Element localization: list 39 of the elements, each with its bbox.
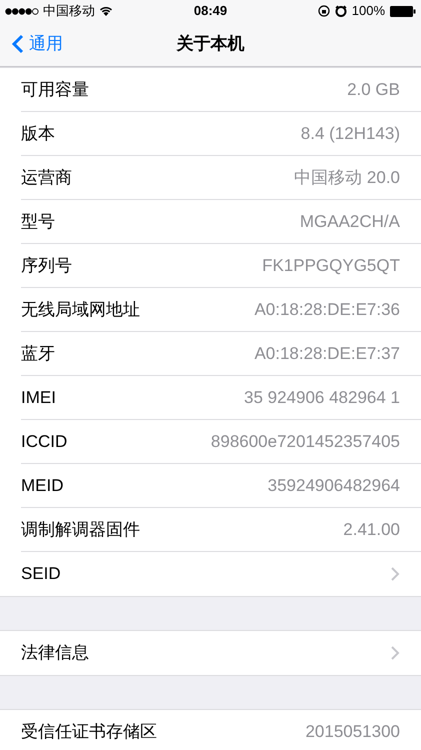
row-value: FK1PPGQYG5QT: [262, 254, 400, 277]
status-time: 08:49: [194, 2, 228, 20]
row-label: 可用容量: [21, 78, 89, 101]
row-label: 序列号: [21, 254, 72, 277]
row-value: 898600e7201452357405: [210, 430, 400, 453]
row-label: MEID: [21, 474, 64, 497]
row-label: 型号: [21, 210, 55, 233]
row-label: 调制解调器固件: [21, 518, 140, 541]
battery-icon: [390, 6, 416, 16]
row-value: 2.0 GB: [347, 78, 400, 101]
row-label: IMEI: [21, 386, 56, 409]
battery-percent: 100%: [352, 2, 385, 20]
row-value: A0:18:28:DE:E7:36: [254, 298, 400, 321]
chevron-icon: [391, 646, 400, 660]
rotation-lock-icon: [318, 5, 330, 17]
row-label: 受信任证书存储区: [21, 721, 157, 744]
row-value: 中国移动 20.0: [294, 166, 400, 189]
alarm-icon: [334, 5, 347, 17]
row-label: SEID: [21, 563, 61, 586]
row-value: 2015051300: [305, 721, 400, 744]
row-label: 运营商: [21, 166, 72, 189]
back-button[interactable]: 通用: [0, 31, 63, 57]
signal-icon: [5, 8, 39, 14]
row-value: A0:18:28:DE:E7:37: [254, 342, 400, 365]
row-label: 无线局域网地址: [21, 298, 140, 321]
row-value: 35924906482964: [268, 474, 400, 497]
back-chevron-icon: [12, 34, 24, 54]
row-label: 版本: [21, 122, 55, 145]
wifi-icon: [99, 6, 113, 16]
row-label: ICCID: [21, 430, 68, 453]
row-value: 35 924906 482964 1: [244, 386, 400, 409]
nav-title: 关于本机: [176, 33, 244, 56]
row-value: 2.41.00: [343, 518, 400, 541]
row-value: 8.4 (12H143): [300, 122, 400, 145]
chevron-icon: [391, 567, 400, 581]
row-label: 蓝牙: [21, 342, 55, 365]
row-label: 法律信息: [21, 642, 89, 664]
row-value: MGAA2CH/A: [300, 210, 400, 233]
carrier-name: 中国移动: [43, 2, 95, 20]
